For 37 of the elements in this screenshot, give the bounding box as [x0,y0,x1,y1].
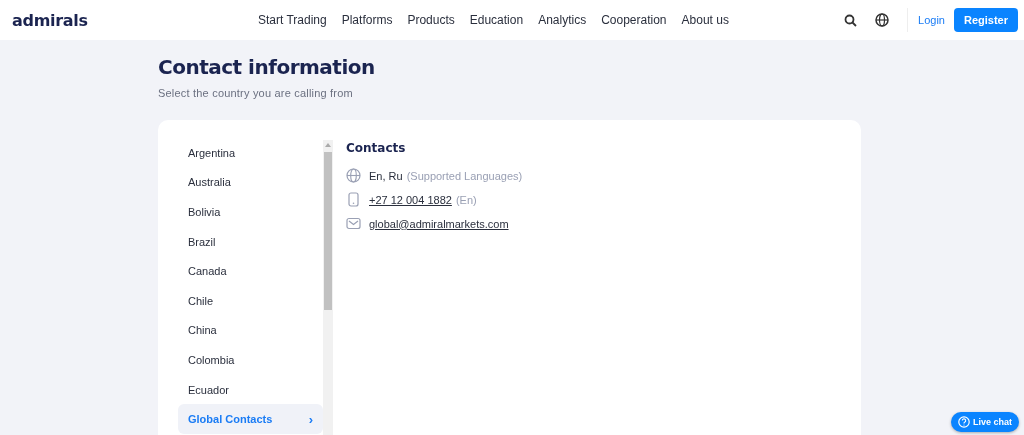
nav-link[interactable]: Analytics [538,13,587,27]
envelope-icon [346,216,361,231]
globe-icon[interactable] [875,13,890,27]
page-subtitle: Select the country you are calling from [158,87,354,99]
page-title: Contact information [158,55,376,79]
login-link[interactable]: Login [918,14,945,26]
nav-link[interactable]: Cooperation [601,13,667,27]
note-text: (En) [455,193,477,206]
country-item[interactable]: Australia [178,167,323,198]
email-link[interactable]: global@admiralmarkets.com [369,217,509,230]
chevron-icon: › [308,411,313,427]
globe-icon [346,168,361,183]
search-icon[interactable] [844,13,858,27]
phone-link[interactable]: +27 12 004 1882 [369,193,452,206]
contacts-heading: Contacts [346,141,407,155]
country-item[interactable]: China [178,315,323,346]
country-item[interactable]: Ecuador [178,374,323,405]
country-item[interactable]: Brazil [178,226,323,257]
nav-link[interactable]: Start Trading [258,13,327,27]
nav-link[interactable]: Platforms [341,13,393,27]
country-item[interactable]: Canada [178,256,323,286]
register-button[interactable]: Register [953,8,1018,32]
live-chat-button[interactable]: Live chat [951,412,1019,432]
country-item[interactable]: Global Contacts › [178,404,323,434]
country-item[interactable]: Bolivia [178,197,323,227]
country-item[interactable]: Colombia [178,345,323,375]
country-item[interactable]: Chile [178,285,323,316]
phone-icon [346,192,361,207]
nav-link[interactable]: Education [469,13,524,27]
scrollbar[interactable] [323,140,333,435]
help-icon [958,416,970,428]
languages-text: En, Ru [369,169,403,182]
logo[interactable]: admirals [12,10,258,30]
note-text: (Supported Languages) [406,169,523,182]
nav-link[interactable]: Products [407,13,455,27]
nav-link[interactable]: About us [681,13,729,27]
country-item[interactable]: Argentina [178,138,323,168]
